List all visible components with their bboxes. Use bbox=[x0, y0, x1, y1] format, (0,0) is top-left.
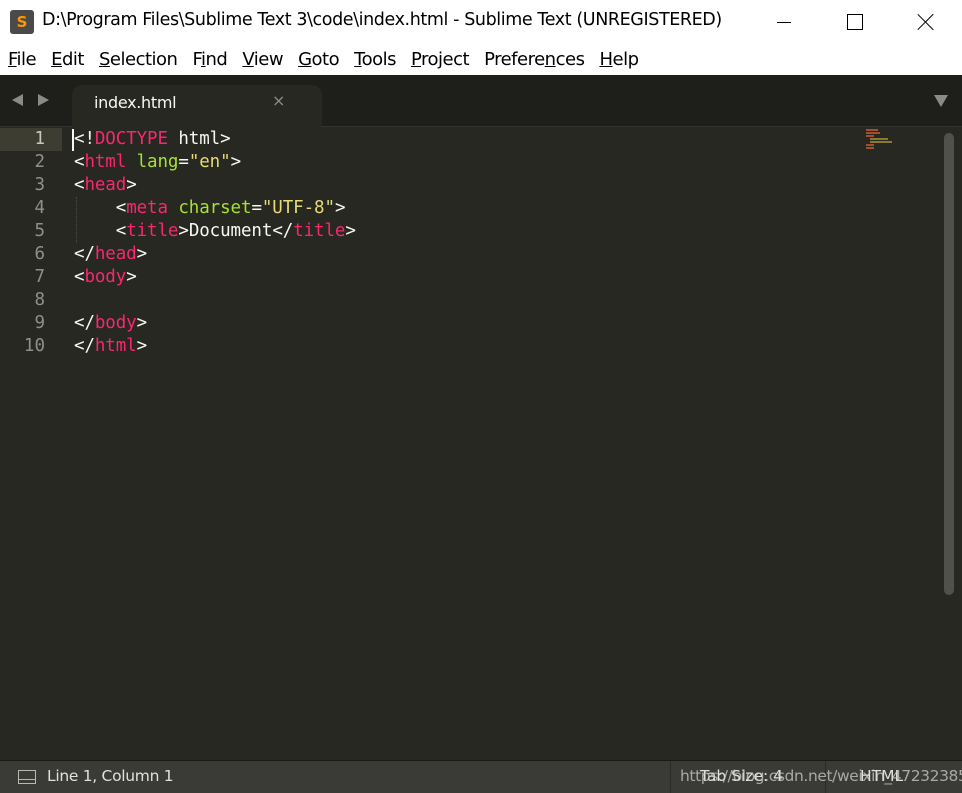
code-line[interactable]: </html> bbox=[74, 335, 147, 358]
title-bar: S D:\Program Files\Sublime Text 3\code\i… bbox=[0, 0, 962, 44]
line-number: 8 bbox=[34, 290, 45, 310]
line-number: 2 bbox=[34, 152, 45, 172]
code-editor[interactable]: 1 2 3 4 5 6 7 8 9 10 <!DOCTYPE html> <html lang="e… bbox=[0, 127, 962, 760]
maximize-icon bbox=[847, 14, 863, 30]
close-icon bbox=[917, 13, 935, 31]
line-number: 5 bbox=[34, 221, 45, 241]
nav-back-icon[interactable] bbox=[12, 94, 23, 106]
close-button[interactable] bbox=[891, 0, 961, 44]
window-title: D:\Program Files\Sublime Text 3\code\ind… bbox=[42, 10, 722, 30]
code-line[interactable]: <!DOCTYPE html> bbox=[74, 128, 231, 151]
menu-help[interactable]: Help bbox=[591, 49, 645, 70]
menu-file[interactable]: File bbox=[0, 49, 43, 70]
menu-preferences[interactable]: Preferences bbox=[476, 49, 591, 70]
line-number: 1 bbox=[34, 129, 45, 149]
menu-selection[interactable]: Selection bbox=[91, 49, 184, 70]
nav-forward-icon[interactable] bbox=[38, 94, 49, 106]
minimize-icon bbox=[777, 21, 791, 23]
text-cursor bbox=[72, 129, 74, 151]
minimap[interactable] bbox=[864, 129, 894, 149]
menu-goto[interactable]: Goto bbox=[290, 49, 346, 70]
code-line[interactable]: <title>Document</title> bbox=[74, 220, 356, 243]
line-number: 9 bbox=[34, 313, 45, 333]
code-line[interactable]: </head> bbox=[74, 243, 147, 266]
status-bar: Line 1, Column 1 Tab Size: 4 HTML https:… bbox=[0, 760, 962, 793]
line-number: 10 bbox=[23, 336, 45, 356]
line-number: 4 bbox=[34, 198, 45, 218]
maximize-button[interactable] bbox=[820, 0, 890, 44]
tab-close-icon[interactable]: × bbox=[272, 91, 285, 110]
tab-bar: index.html × bbox=[0, 75, 962, 127]
tab-list-dropdown-icon[interactable] bbox=[934, 95, 948, 107]
cursor-position: Line 1, Column 1 bbox=[47, 767, 174, 785]
watermark: https://blog.csdn.net/weixin_47232385 bbox=[680, 767, 962, 785]
menu-view[interactable]: View bbox=[234, 49, 290, 70]
show-panel-icon[interactable] bbox=[18, 770, 36, 784]
sublime-app-icon: S bbox=[10, 10, 34, 34]
scrollbar-thumb[interactable] bbox=[944, 133, 954, 595]
status-separator bbox=[670, 761, 671, 793]
line-number: 6 bbox=[34, 244, 45, 264]
code-line[interactable]: <meta charset="UTF-8"> bbox=[74, 197, 346, 220]
code-line[interactable]: <head> bbox=[74, 174, 137, 197]
code-line[interactable]: <body> bbox=[74, 266, 137, 289]
tab-index-html[interactable]: index.html × bbox=[72, 85, 322, 127]
code-line[interactable]: <html lang="en"> bbox=[74, 151, 241, 174]
tab-label: index.html bbox=[94, 93, 177, 112]
menu-project[interactable]: Project bbox=[403, 49, 476, 70]
menu-tools[interactable]: Tools bbox=[346, 49, 403, 70]
line-number-gutter: 1 2 3 4 5 6 7 8 9 10 bbox=[0, 127, 62, 760]
menu-bar: File Edit Selection Find View Goto Tools Projec… bbox=[0, 44, 962, 75]
menu-edit[interactable]: Edit bbox=[43, 49, 91, 70]
code-line[interactable]: </body> bbox=[74, 312, 147, 335]
line-number: 7 bbox=[34, 267, 45, 287]
line-number: 3 bbox=[34, 175, 45, 195]
menu-find[interactable]: Find bbox=[184, 49, 234, 70]
minimize-button[interactable] bbox=[749, 0, 819, 44]
